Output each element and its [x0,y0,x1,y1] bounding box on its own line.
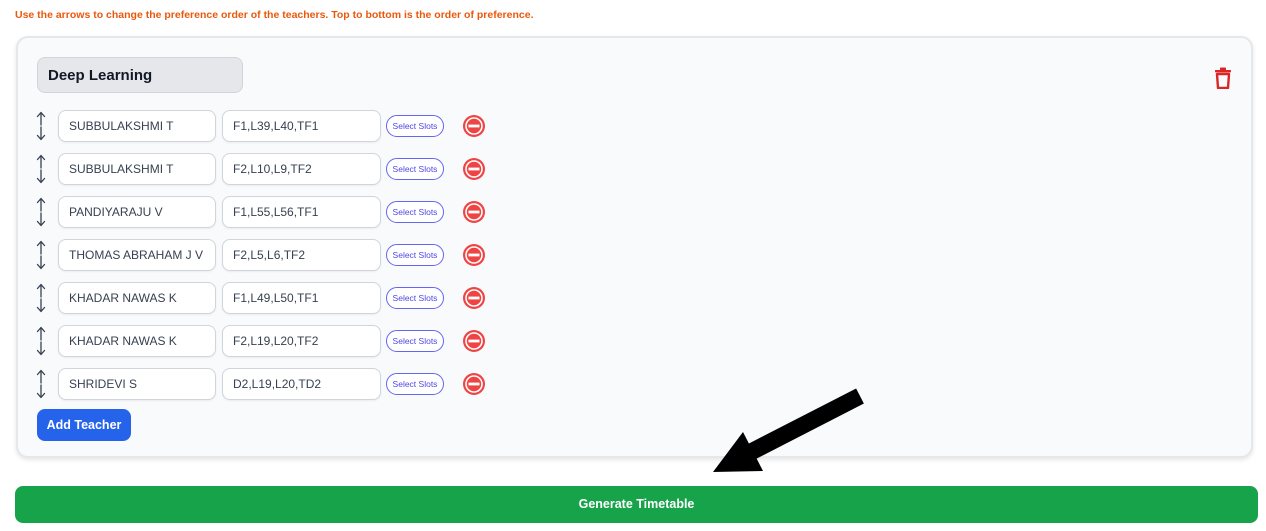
add-teacher-button[interactable]: Add Teacher [37,409,131,441]
reorder-arrows-icon[interactable] [36,196,52,228]
remove-teacher-icon[interactable] [462,200,486,224]
remove-teacher-icon[interactable] [462,372,486,396]
teacher-row: KHADAR NAWAS K F2,L19,L20,TF2 Select Slo… [36,325,506,357]
instruction-text: Use the arrows to change the preference … [15,9,534,21]
select-slots-button[interactable]: Select Slots [386,158,444,180]
remove-teacher-icon[interactable] [462,114,486,138]
reorder-arrows-icon[interactable] [36,325,52,357]
reorder-arrows-icon[interactable] [36,153,52,185]
select-slots-button[interactable]: Select Slots [386,373,444,395]
select-slots-button[interactable]: Select Slots [386,201,444,223]
generate-timetable-button[interactable]: Generate Timetable [15,486,1258,523]
teacher-row: THOMAS ABRAHAM J V F2,L5,L6,TF2 Select S… [36,239,506,271]
select-slots-button[interactable]: Select Slots [386,244,444,266]
teacher-name-input[interactable]: SUBBULAKSHMI T [58,153,216,185]
remove-teacher-icon[interactable] [462,157,486,181]
teacher-name-input[interactable]: SUBBULAKSHMI T [58,110,216,142]
slots-input[interactable]: F1,L55,L56,TF1 [222,196,381,228]
remove-teacher-icon[interactable] [462,286,486,310]
reorder-arrows-icon[interactable] [36,110,52,142]
teacher-row: PANDIYARAJU V F1,L55,L56,TF1 Select Slot… [36,196,506,228]
slots-input[interactable]: F2,L5,L6,TF2 [222,239,381,271]
teacher-row: KHADAR NAWAS K F1,L49,L50,TF1 Select Slo… [36,282,506,314]
teacher-row: SHRIDEVI S D2,L19,L20,TD2 Select Slots [36,368,506,400]
remove-teacher-icon[interactable] [462,243,486,267]
subject-card: Deep Learning SUBBULAKSHMI T F1,L39,L40,… [16,36,1253,458]
slots-input[interactable]: F2,L10,L9,TF2 [222,153,381,185]
slots-input[interactable]: D2,L19,L20,TD2 [222,368,381,400]
teacher-row: SUBBULAKSHMI T F2,L10,L9,TF2 Select Slot… [36,153,506,185]
reorder-arrows-icon[interactable] [36,368,52,400]
slots-input[interactable]: F1,L39,L40,TF1 [222,110,381,142]
teacher-name-input[interactable]: KHADAR NAWAS K [58,282,216,314]
slots-input[interactable]: F2,L19,L20,TF2 [222,325,381,357]
select-slots-button[interactable]: Select Slots [386,287,444,309]
select-slots-button[interactable]: Select Slots [386,330,444,352]
reorder-arrows-icon[interactable] [36,282,52,314]
teacher-name-input[interactable]: SHRIDEVI S [58,368,216,400]
teacher-name-input[interactable]: THOMAS ABRAHAM J V [58,239,216,271]
teacher-name-input[interactable]: KHADAR NAWAS K [58,325,216,357]
teacher-name-input[interactable]: PANDIYARAJU V [58,196,216,228]
remove-teacher-icon[interactable] [462,329,486,353]
subject-name[interactable]: Deep Learning [37,57,243,93]
teacher-row: SUBBULAKSHMI T F1,L39,L40,TF1 Select Slo… [36,110,506,142]
annotation-arrow-icon [713,388,864,472]
trash-icon[interactable] [1214,67,1232,89]
reorder-arrows-icon[interactable] [36,239,52,271]
slots-input[interactable]: F1,L49,L50,TF1 [222,282,381,314]
select-slots-button[interactable]: Select Slots [386,115,444,137]
